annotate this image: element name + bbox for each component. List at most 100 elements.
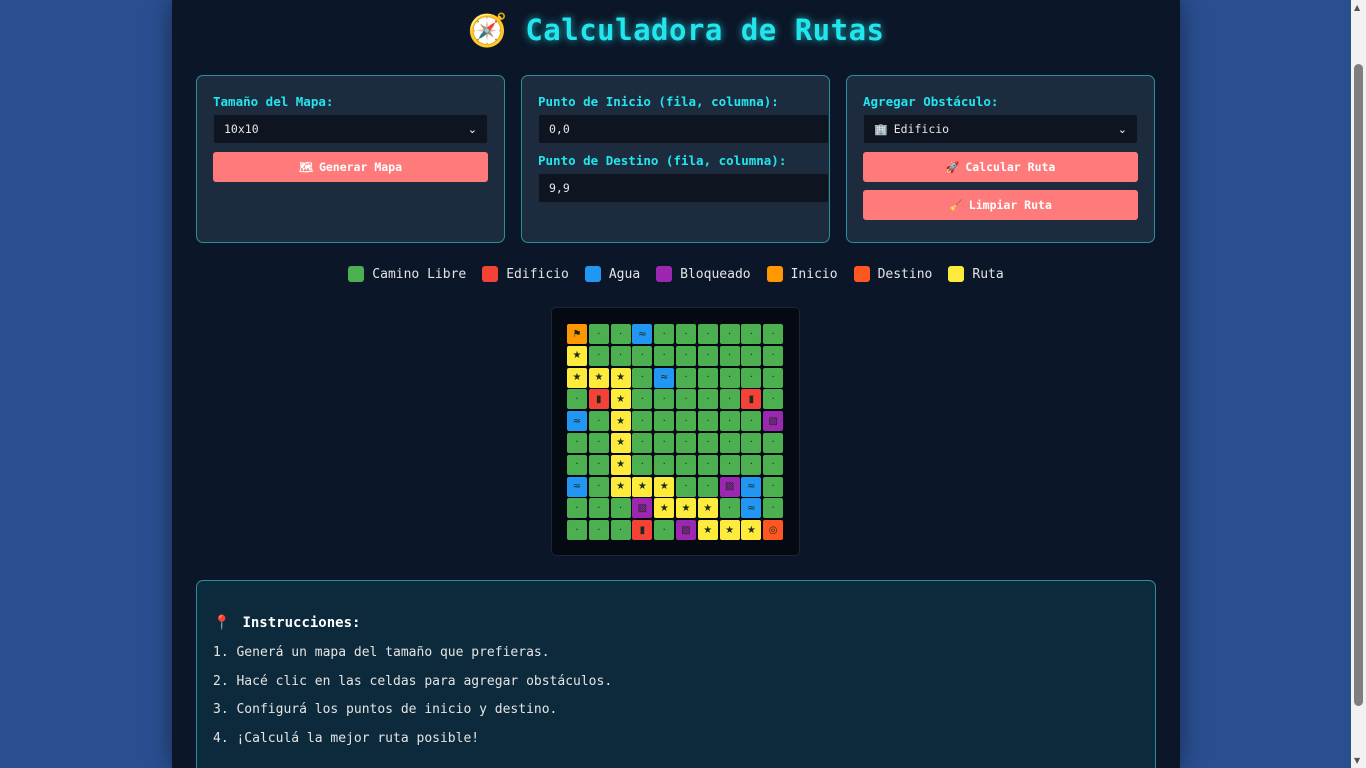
grid-cell[interactable]: · (654, 345, 675, 366)
grid-cell[interactable]: ★ (654, 498, 675, 519)
grid-cell[interactable]: · (567, 498, 587, 519)
grid-cell[interactable]: · (588, 498, 609, 519)
grid-cell[interactable]: · (719, 345, 740, 366)
grid-cell[interactable]: ▨ (719, 476, 740, 497)
grid-cell[interactable]: ★ (610, 454, 631, 475)
grid-cell[interactable]: · (741, 454, 762, 475)
grid-cell[interactable]: · (763, 498, 784, 519)
grid-cell[interactable]: · (697, 367, 718, 388)
grid-cell[interactable]: · (763, 432, 784, 453)
grid-cell[interactable]: · (567, 454, 587, 475)
grid-cell[interactable]: · (632, 389, 653, 410)
grid-cell[interactable]: ★ (741, 520, 762, 541)
grid-cell[interactable]: · (763, 476, 784, 497)
grid-cell[interactable]: · (610, 520, 631, 541)
grid-cell[interactable]: · (675, 432, 696, 453)
grid-cell[interactable]: ★ (719, 520, 740, 541)
grid-cell[interactable]: · (632, 454, 653, 475)
grid-cell[interactable]: ★ (654, 476, 675, 497)
grid-cell[interactable]: · (654, 324, 675, 344)
grid-cell[interactable]: · (632, 432, 653, 453)
start-point-input[interactable]: 0,0 (538, 114, 829, 144)
grid-cell[interactable]: ▨ (763, 411, 784, 432)
scrollbar-thumb[interactable] (1354, 64, 1363, 706)
grid-cell[interactable]: · (675, 367, 696, 388)
grid-cell[interactable]: ▮ (632, 520, 653, 541)
grid-cell[interactable]: · (675, 454, 696, 475)
grid-cell[interactable]: · (763, 454, 784, 475)
grid-cell[interactable]: · (632, 345, 653, 366)
grid-cell[interactable]: · (719, 432, 740, 453)
grid-cell[interactable]: ≈ (654, 367, 675, 388)
grid-cell[interactable]: ★ (610, 389, 631, 410)
grid-cell[interactable]: · (588, 476, 609, 497)
grid-cell[interactable]: ◎ (763, 520, 784, 541)
grid-cell[interactable]: · (632, 411, 653, 432)
grid-cell[interactable]: · (675, 389, 696, 410)
grid-cell[interactable]: · (763, 345, 784, 366)
grid-cell[interactable]: · (675, 324, 696, 344)
grid-cell[interactable]: ▨ (632, 498, 653, 519)
grid-cell[interactable]: · (719, 454, 740, 475)
grid-cell[interactable]: · (697, 345, 718, 366)
grid-cell[interactable]: ★ (610, 476, 631, 497)
grid-cell[interactable]: · (697, 454, 718, 475)
grid-cell[interactable]: ★ (697, 498, 718, 519)
grid-cell[interactable]: · (567, 520, 587, 541)
grid-cell[interactable]: · (632, 367, 653, 388)
grid-cell[interactable]: ▮ (741, 389, 762, 410)
grid-cell[interactable]: · (697, 476, 718, 497)
grid-cell[interactable]: ≈ (567, 411, 587, 432)
grid-cell[interactable]: · (610, 498, 631, 519)
grid-cell[interactable]: · (675, 476, 696, 497)
grid-cell[interactable]: · (719, 367, 740, 388)
map-size-select[interactable]: 10x10 ⌄ (213, 114, 488, 144)
grid-cell[interactable]: ★ (675, 498, 696, 519)
grid-cell[interactable]: ≈ (741, 476, 762, 497)
grid-cell[interactable]: · (610, 324, 631, 344)
grid-cell[interactable]: · (654, 520, 675, 541)
grid-cell[interactable]: · (654, 454, 675, 475)
grid-cell[interactable]: · (719, 498, 740, 519)
grid-cell[interactable]: · (588, 345, 609, 366)
grid-cell[interactable]: · (741, 324, 762, 344)
grid-cell[interactable]: ▮ (588, 389, 609, 410)
grid-cell[interactable]: · (741, 432, 762, 453)
grid-cell[interactable]: ★ (697, 520, 718, 541)
grid-cell[interactable]: · (719, 389, 740, 410)
grid-cell[interactable]: · (697, 432, 718, 453)
grid-cell[interactable]: · (719, 411, 740, 432)
grid-cell[interactable]: · (763, 367, 784, 388)
scroll-up-icon[interactable]: ▲ (1354, 3, 1360, 12)
grid-cell[interactable]: · (697, 324, 718, 344)
grid-cell[interactable]: · (567, 389, 587, 410)
grid-cell[interactable]: · (567, 432, 587, 453)
grid-cell[interactable]: · (654, 432, 675, 453)
grid-cell[interactable]: · (588, 432, 609, 453)
grid-cell[interactable]: · (610, 345, 631, 366)
calculate-route-button[interactable]: 🚀 Calcular Ruta (863, 152, 1138, 182)
grid-cell[interactable]: · (697, 411, 718, 432)
grid-cell[interactable]: · (675, 345, 696, 366)
grid-cell[interactable]: ⚑ (567, 324, 587, 344)
grid-cell[interactable]: ★ (610, 367, 631, 388)
grid-cell[interactable]: · (763, 389, 784, 410)
grid-cell[interactable]: · (588, 411, 609, 432)
page-scrollbar[interactable]: ▲ ▼ (1351, 0, 1366, 768)
clear-route-button[interactable]: 🧹 Limpiar Ruta (863, 190, 1138, 220)
grid-cell[interactable]: · (719, 324, 740, 344)
grid-cell[interactable]: · (741, 411, 762, 432)
grid-cell[interactable]: ★ (567, 345, 587, 366)
scroll-down-icon[interactable]: ▼ (1354, 756, 1360, 765)
grid-cell[interactable]: ★ (632, 476, 653, 497)
grid-cell[interactable]: ≈ (741, 498, 762, 519)
grid-cell[interactable]: · (588, 520, 609, 541)
grid-cell[interactable]: · (654, 389, 675, 410)
grid-cell[interactable]: · (763, 324, 784, 344)
grid-cell[interactable]: ≈ (632, 324, 653, 344)
grid-cell[interactable]: ★ (567, 367, 587, 388)
grid-cell[interactable]: · (588, 324, 609, 344)
grid-cell[interactable]: ≈ (567, 476, 587, 497)
grid-cell[interactable]: · (741, 345, 762, 366)
grid-cell[interactable]: ★ (610, 432, 631, 453)
